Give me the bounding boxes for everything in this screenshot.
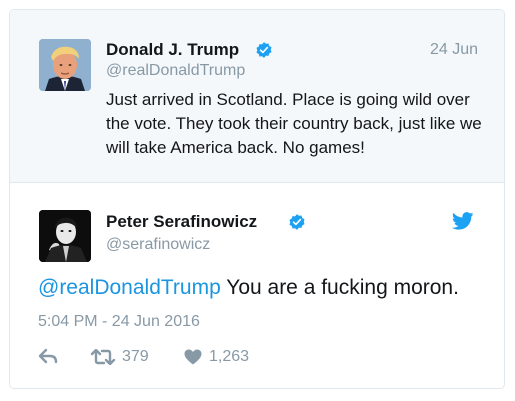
like-button[interactable]: 1,263 bbox=[184, 348, 249, 366]
retweet-count: 379 bbox=[122, 348, 149, 365]
verified-badge-icon bbox=[289, 214, 305, 230]
quoted-author-name[interactable]: Donald J. Trump bbox=[106, 40, 239, 60]
reply-tweet-body: You are a fucking moron. bbox=[220, 276, 459, 299]
verified-badge-icon bbox=[256, 42, 272, 58]
quoted-author-handle[interactable]: @realDonaldTrump bbox=[106, 62, 245, 80]
reply-author-name[interactable]: Peter Serafinowicz bbox=[106, 212, 257, 232]
reply-author-handle[interactable]: @serafinowicz bbox=[106, 236, 210, 254]
reply-timestamp[interactable]: 5:04 PM - 24 Jun 2016 bbox=[38, 313, 200, 331]
retweet-icon bbox=[90, 349, 116, 365]
quoted-tweet-date[interactable]: 24 Jun bbox=[430, 41, 478, 59]
tweet-card: Donald J. Trump 24 Jun @realDonaldTrump … bbox=[9, 9, 505, 389]
mention-link[interactable]: @realDonaldTrump bbox=[38, 276, 221, 299]
reply-tweet-text: @realDonaldTrump You are a fucking moron… bbox=[38, 276, 459, 300]
action-bar: 379 1,263 bbox=[38, 348, 358, 370]
quoted-tweet-text: Just arrived in Scotland. Place is going… bbox=[106, 90, 482, 157]
retweet-button[interactable]: 379 bbox=[90, 348, 149, 366]
like-count: 1,263 bbox=[209, 348, 250, 365]
heart-icon bbox=[184, 349, 202, 365]
twitter-bird-icon[interactable] bbox=[452, 212, 474, 230]
avatar-serafinowicz[interactable] bbox=[39, 210, 91, 262]
reply-icon bbox=[38, 348, 58, 364]
quoted-tweet[interactable]: Donald J. Trump 24 Jun @realDonaldTrump … bbox=[10, 10, 504, 183]
reply-button[interactable] bbox=[38, 348, 58, 364]
avatar-trump[interactable] bbox=[39, 39, 91, 91]
